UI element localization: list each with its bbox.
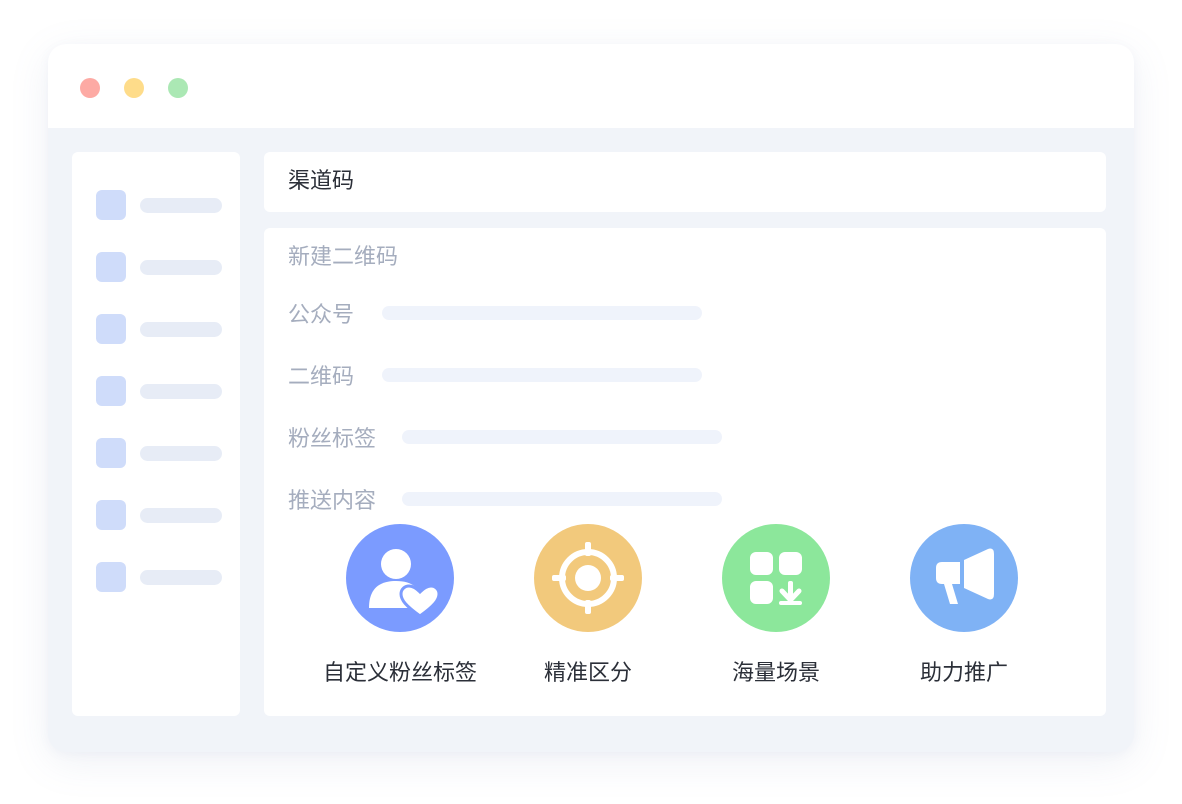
field-label-fan-tags: 粉丝标签: [288, 427, 377, 452]
push-content-input[interactable]: [402, 492, 722, 506]
feature-label: 精准区分: [543, 661, 632, 686]
maximize-window-button[interactable]: [168, 78, 188, 98]
sidebar-item[interactable]: [96, 190, 222, 220]
user-heart-icon: [346, 524, 454, 632]
fan-tags-input[interactable]: [402, 430, 722, 444]
section-title: 新建二维码: [288, 245, 399, 270]
feature-massive-scenarios: 海量场景: [676, 524, 876, 694]
sidebar-item-placeholder: [140, 260, 222, 275]
apps-download-icon: [722, 524, 830, 632]
target-icon: [534, 524, 642, 632]
sidebar-item-icon: [96, 252, 126, 282]
feature-promotion-boost: 助力推广: [864, 524, 1064, 694]
sidebar-item[interactable]: [96, 252, 222, 282]
close-window-button[interactable]: [80, 78, 100, 98]
megaphone-icon: [910, 524, 1018, 632]
sidebar-item-icon: [96, 500, 126, 530]
sidebar-item-placeholder: [140, 384, 222, 399]
sidebar-item-icon: [96, 190, 126, 220]
field-label-qrcode: 二维码: [288, 365, 355, 390]
qrcode-input[interactable]: [382, 368, 702, 382]
page-header: 渠道码: [264, 152, 1106, 212]
sidebar-item[interactable]: [96, 562, 222, 592]
sidebar: [72, 152, 240, 716]
qr-form-panel: 新建二维码 公众号 二维码 粉丝标签 推送内容 自定义粉丝标签 精准区分 海量场…: [264, 228, 1106, 716]
sidebar-item[interactable]: [96, 376, 222, 406]
sidebar-item-icon: [96, 562, 126, 592]
sidebar-item-placeholder: [140, 446, 222, 461]
feature-label: 助力推广: [919, 661, 1008, 686]
sidebar-item-placeholder: [140, 508, 222, 523]
field-label-push-content: 推送内容: [288, 489, 377, 514]
page-title: 渠道码: [288, 169, 355, 194]
sidebar-item-placeholder: [140, 570, 222, 585]
app-window: 渠道码 新建二维码 公众号 二维码 粉丝标签 推送内容 自定义粉丝标签 精准区分…: [48, 44, 1134, 752]
official-account-input[interactable]: [382, 306, 702, 320]
title-bar: [48, 44, 1134, 128]
sidebar-item-placeholder: [140, 198, 222, 213]
sidebar-item-icon: [96, 314, 126, 344]
feature-label: 自定义粉丝标签: [322, 661, 477, 686]
sidebar-item[interactable]: [96, 500, 222, 530]
field-label-official-account: 公众号: [288, 303, 355, 328]
feature-custom-fan-tags: 自定义粉丝标签: [300, 524, 500, 694]
sidebar-item[interactable]: [96, 314, 222, 344]
minimize-window-button[interactable]: [124, 78, 144, 98]
sidebar-item-placeholder: [140, 322, 222, 337]
sidebar-item-icon: [96, 438, 126, 468]
feature-label: 海量场景: [731, 661, 820, 686]
sidebar-item[interactable]: [96, 438, 222, 468]
feature-precise-segmentation: 精准区分: [488, 524, 688, 694]
sidebar-item-icon: [96, 376, 126, 406]
